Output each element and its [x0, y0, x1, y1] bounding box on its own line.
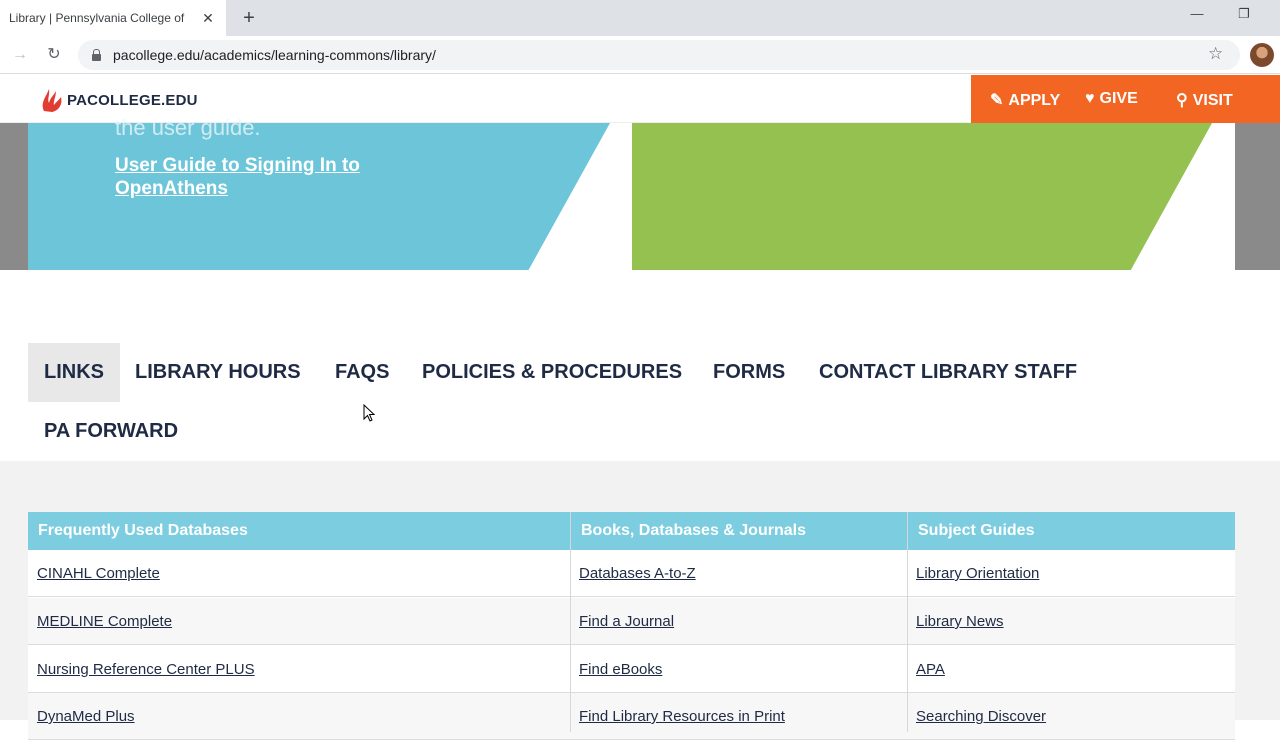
hero-side-left [0, 123, 28, 270]
header-books-databases-journals: Books, Databases & Journals [581, 522, 806, 539]
header-subject-guides: Subject Guides [918, 522, 1035, 539]
new-tab-icon[interactable]: + [238, 7, 260, 29]
table-row: Nursing Reference Center PLUS Find eBook… [28, 646, 1235, 693]
link-find-library-resources-in-print[interactable]: Find Library Resources in Print [570, 693, 785, 740]
table-header: Frequently Used Databases Books, Databas… [28, 512, 1235, 550]
edit-icon: ✎ [990, 92, 1004, 109]
forward-icon[interactable]: → [10, 45, 30, 65]
visit-button[interactable]: ⚲ VISIT [1176, 90, 1233, 110]
library-tabs: LINKS LIBRARY HOURS FAQS POLICIES & PROC… [0, 270, 1280, 461]
tab-faqs[interactable]: FAQS [319, 343, 405, 402]
address-bar: → ↻ pacollege.edu/academics/learning-com… [0, 36, 1280, 74]
tab-forms[interactable]: FORMS [697, 343, 801, 402]
hero-banner: the user guide. User Guide to Signing In… [0, 115, 1280, 270]
openathens-guide-link[interactable]: User Guide to Signing In to OpenAthens [115, 154, 415, 200]
tab-links[interactable]: LINKS [28, 343, 120, 402]
table-row: MEDLINE Complete Find a Journal Library … [28, 598, 1235, 645]
link-nursing-reference-center-plus[interactable]: Nursing Reference Center PLUS [28, 646, 255, 693]
column-divider [907, 512, 908, 732]
hero-side-right [1235, 123, 1280, 270]
map-pin-icon: ⚲ [1176, 92, 1188, 109]
site-logo-text[interactable]: PACOLLEGE.EDU [67, 92, 198, 109]
restore-icon[interactable]: ❐ [1232, 6, 1256, 26]
column-divider [570, 512, 571, 732]
tab-policies-procedures[interactable]: POLICIES & PROCEDURES [406, 343, 698, 402]
link-library-news[interactable]: Library News [907, 598, 1004, 645]
hero-partial-text: the user guide. [115, 115, 261, 140]
links-table: Frequently Used Databases Books, Databas… [28, 512, 1235, 740]
link-library-orientation[interactable]: Library Orientation [907, 550, 1039, 597]
link-apa[interactable]: APA [907, 646, 945, 693]
tab-pa-forward[interactable]: PA FORWARD [28, 402, 194, 461]
table-row: DynaMed Plus Find Library Resources in P… [28, 693, 1235, 740]
url-text: pacollege.edu/academics/learning-commons… [113, 47, 436, 63]
tab-title: Library | Pennsylvania College of [9, 11, 185, 25]
tab-contact-library-staff[interactable]: CONTACT LIBRARY STAFF [803, 343, 1093, 402]
bookmark-star-icon[interactable]: ☆ [1208, 44, 1223, 64]
link-cinahl-complete[interactable]: CINAHL Complete [28, 550, 160, 597]
header-frequently-used-databases: Frequently Used Databases [38, 522, 248, 539]
mouse-cursor-icon [363, 404, 375, 422]
profile-avatar[interactable] [1250, 43, 1274, 67]
link-dynamed-plus[interactable]: DynaMed Plus [28, 693, 135, 740]
cta-bar: ✎ APPLY ♥ GIVE ⚲ VISIT [971, 75, 1280, 123]
link-find-a-journal[interactable]: Find a Journal [570, 598, 674, 645]
hero-green-panel [632, 123, 1212, 270]
table-row: CINAHL Complete Databases A-to-Z Library… [28, 550, 1235, 597]
link-find-ebooks[interactable]: Find eBooks [570, 646, 662, 693]
url-input[interactable]: pacollege.edu/academics/learning-commons… [78, 40, 1240, 70]
close-tab-icon[interactable]: ✕ [200, 10, 216, 26]
lock-icon [92, 49, 101, 61]
link-searching-discover[interactable]: Searching Discover [907, 693, 1046, 740]
apply-button[interactable]: ✎ APPLY [990, 90, 1060, 110]
flame-logo-icon[interactable] [40, 85, 64, 113]
link-databases-a-to-z[interactable]: Databases A-to-Z [570, 550, 696, 597]
link-medline-complete[interactable]: MEDLINE Complete [28, 598, 172, 645]
minimize-icon[interactable]: — [1185, 6, 1209, 26]
give-button[interactable]: ♥ GIVE [1085, 90, 1138, 108]
browser-tab[interactable]: Library | Pennsylvania College of ✕ [0, 0, 226, 36]
heart-icon: ♥ [1085, 90, 1095, 107]
tab-library-hours[interactable]: LIBRARY HOURS [119, 343, 317, 402]
reload-icon[interactable]: ↻ [44, 45, 64, 65]
browser-tab-bar: Library | Pennsylvania College of ✕ + — … [0, 0, 1280, 36]
